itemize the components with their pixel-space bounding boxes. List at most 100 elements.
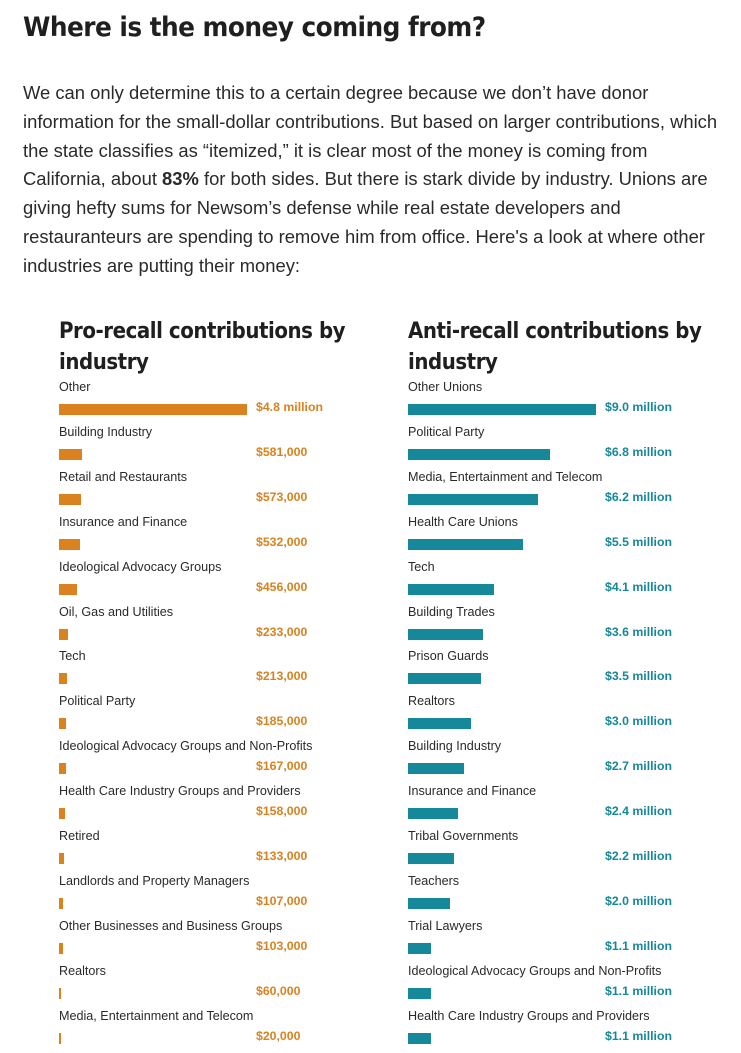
bar-category-label: Building Industry <box>408 739 502 754</box>
bar-value-label: $2.4 million <box>605 804 672 819</box>
bar-category-label: Building Industry <box>59 424 153 439</box>
bar <box>408 718 471 730</box>
bar-category-label: Political Party <box>408 424 485 439</box>
bar-value-label: $5.5 million <box>605 534 672 549</box>
bar <box>408 987 431 999</box>
bar <box>59 853 65 864</box>
bar-row: Ideological Advocacy Groups $456,000 <box>59 560 399 604</box>
bar-row: Building Trades $3.6 million <box>408 605 741 649</box>
bar <box>59 493 82 505</box>
bar-value-label: $185,000 <box>256 714 308 729</box>
bar-row: Trial Lawyers $1.1 million <box>408 919 741 963</box>
bar-category-label: Trial Lawyers <box>408 918 483 933</box>
bar <box>59 1032 61 1044</box>
bar-value-label: $456,000 <box>256 579 308 594</box>
bar-value-label: $2.0 million <box>605 893 672 908</box>
bar-category-label: Prison Guards <box>408 649 489 664</box>
bar <box>59 538 80 550</box>
chart-title: Anti-recall contributions by industry <box>408 319 702 375</box>
bar-row: Media, Entertainment and Telecom $6.2 mil… <box>408 470 741 514</box>
bar-category-label: Ideological Advocacy Groups <box>59 559 222 574</box>
bar-value-label: $9.0 million <box>605 400 672 414</box>
bar-category-label: Media, Entertainment and Telecom <box>408 469 603 484</box>
bar <box>59 718 67 730</box>
bar-category-label: Health Care Unions <box>408 514 518 529</box>
bar-value-label: $60,000 <box>256 983 301 998</box>
bar-value-label: $1.1 million <box>605 983 672 998</box>
bar-value-label: $103,000 <box>256 938 308 953</box>
bar-category-label: Landlords and Property Managers <box>59 873 250 888</box>
bar-row: Building Industry $2.7 million <box>408 739 741 783</box>
bar <box>59 808 66 820</box>
bar <box>408 897 450 909</box>
bar-category-label: Other Businesses and Business Groups <box>59 918 283 933</box>
bar <box>408 493 538 505</box>
bar-value-label: $4.8 million <box>256 400 323 414</box>
bar-value-label: $3.0 million <box>605 714 672 729</box>
bar-value-label: $4.1 million <box>605 579 672 594</box>
bar-row: Realtors $3.0 million <box>408 694 741 738</box>
page-heading: Where is the money coming from? <box>23 12 486 43</box>
bar-category-label: Realtors <box>59 963 106 978</box>
bar-value-label: $1.1 million <box>605 938 672 953</box>
bar-row: Realtors $60,000 <box>59 964 399 1008</box>
bar <box>408 853 454 864</box>
bar-row: Ideological Advocacy Groups and Non-Prof… <box>59 739 399 783</box>
bar-category-label: Health Care Industry Groups and Provider… <box>59 784 301 799</box>
bar <box>408 583 494 595</box>
bar <box>408 673 482 685</box>
bar-category-label: Insurance and Finance <box>59 514 188 529</box>
bar-row: Political Party $185,000 <box>59 694 399 738</box>
bar-row: Political Party $6.8 million <box>408 425 741 469</box>
bar-row: Tech $213,000 <box>59 649 399 693</box>
bar-row: Prison Guards $3.5 million <box>408 649 741 693</box>
bar <box>408 448 551 460</box>
bar-category-label: Tribal Governments <box>408 829 519 843</box>
bar-category-label: Realtors <box>408 694 455 709</box>
bar-category-label: Health Care Industry Groups and Provider… <box>408 1008 650 1023</box>
bar-row: Teachers $2.0 million <box>408 874 741 918</box>
bar-value-label: $3.5 million <box>605 669 672 684</box>
bar-row: Building Industry $581,000 <box>59 425 399 469</box>
bar-row: Other $4.8 million <box>59 380 399 424</box>
bar-value-label: $20,000 <box>256 1028 301 1043</box>
bar-value-label: $133,000 <box>256 849 308 863</box>
bar-value-label: $6.8 million <box>605 444 672 459</box>
bar-category-label: Building Trades <box>408 604 495 619</box>
bar <box>59 763 66 775</box>
intro-highlight: 83% <box>162 168 199 190</box>
bar-category-label: Political Party <box>59 694 136 709</box>
bar-category-label: Ideological Advocacy Groups and Non-Prof… <box>408 963 662 978</box>
bar <box>59 897 64 909</box>
bar-category-label: Teachers <box>408 873 460 888</box>
bar-row: Health Care Unions $5.5 million <box>408 515 741 559</box>
bar <box>59 448 82 460</box>
bar <box>59 583 77 595</box>
bar <box>408 942 431 954</box>
bar <box>59 628 69 640</box>
bar <box>59 673 68 685</box>
bar-category-label: Other <box>59 380 91 394</box>
anti-recall-chart: Anti-recall contributions by industry Ot… <box>408 316 728 1044</box>
bar-category-label: Oil, Gas and Utilities <box>59 604 174 619</box>
bar-row: Insurance and Finance $2.4 million <box>408 784 741 828</box>
bar-value-label: $233,000 <box>256 624 308 639</box>
chart-title: Pro-recall contributions by industry <box>59 319 346 375</box>
bar-category-label: Media, Entertainment and Telecom <box>59 1008 254 1023</box>
bar-value-label: $2.2 million <box>605 849 672 863</box>
bar-category-label: Retired <box>59 829 100 843</box>
bar-value-label: $2.7 million <box>605 759 672 774</box>
bar <box>408 808 459 820</box>
bar-value-label: $532,000 <box>256 534 308 549</box>
bar-row: Landlords and Property Managers $107,000 <box>59 874 399 918</box>
intro-paragraph: We can only determine this to a certain … <box>23 79 735 281</box>
bar-value-label: $158,000 <box>256 804 308 819</box>
bar <box>59 942 64 954</box>
bar-category-label: Tech <box>408 559 435 574</box>
bar-row: Ideological Advocacy Groups and Non-Prof… <box>408 964 741 1008</box>
bar-row: Other Unions $9.0 million <box>408 380 741 424</box>
pro-recall-chart: Pro-recall contributions by industry Oth… <box>59 316 379 1044</box>
bar-row: Tech $4.1 million <box>408 560 741 604</box>
bar-category-label: Tech <box>59 649 86 664</box>
bar-row: Health Care Industry Groups and Provider… <box>59 784 399 828</box>
